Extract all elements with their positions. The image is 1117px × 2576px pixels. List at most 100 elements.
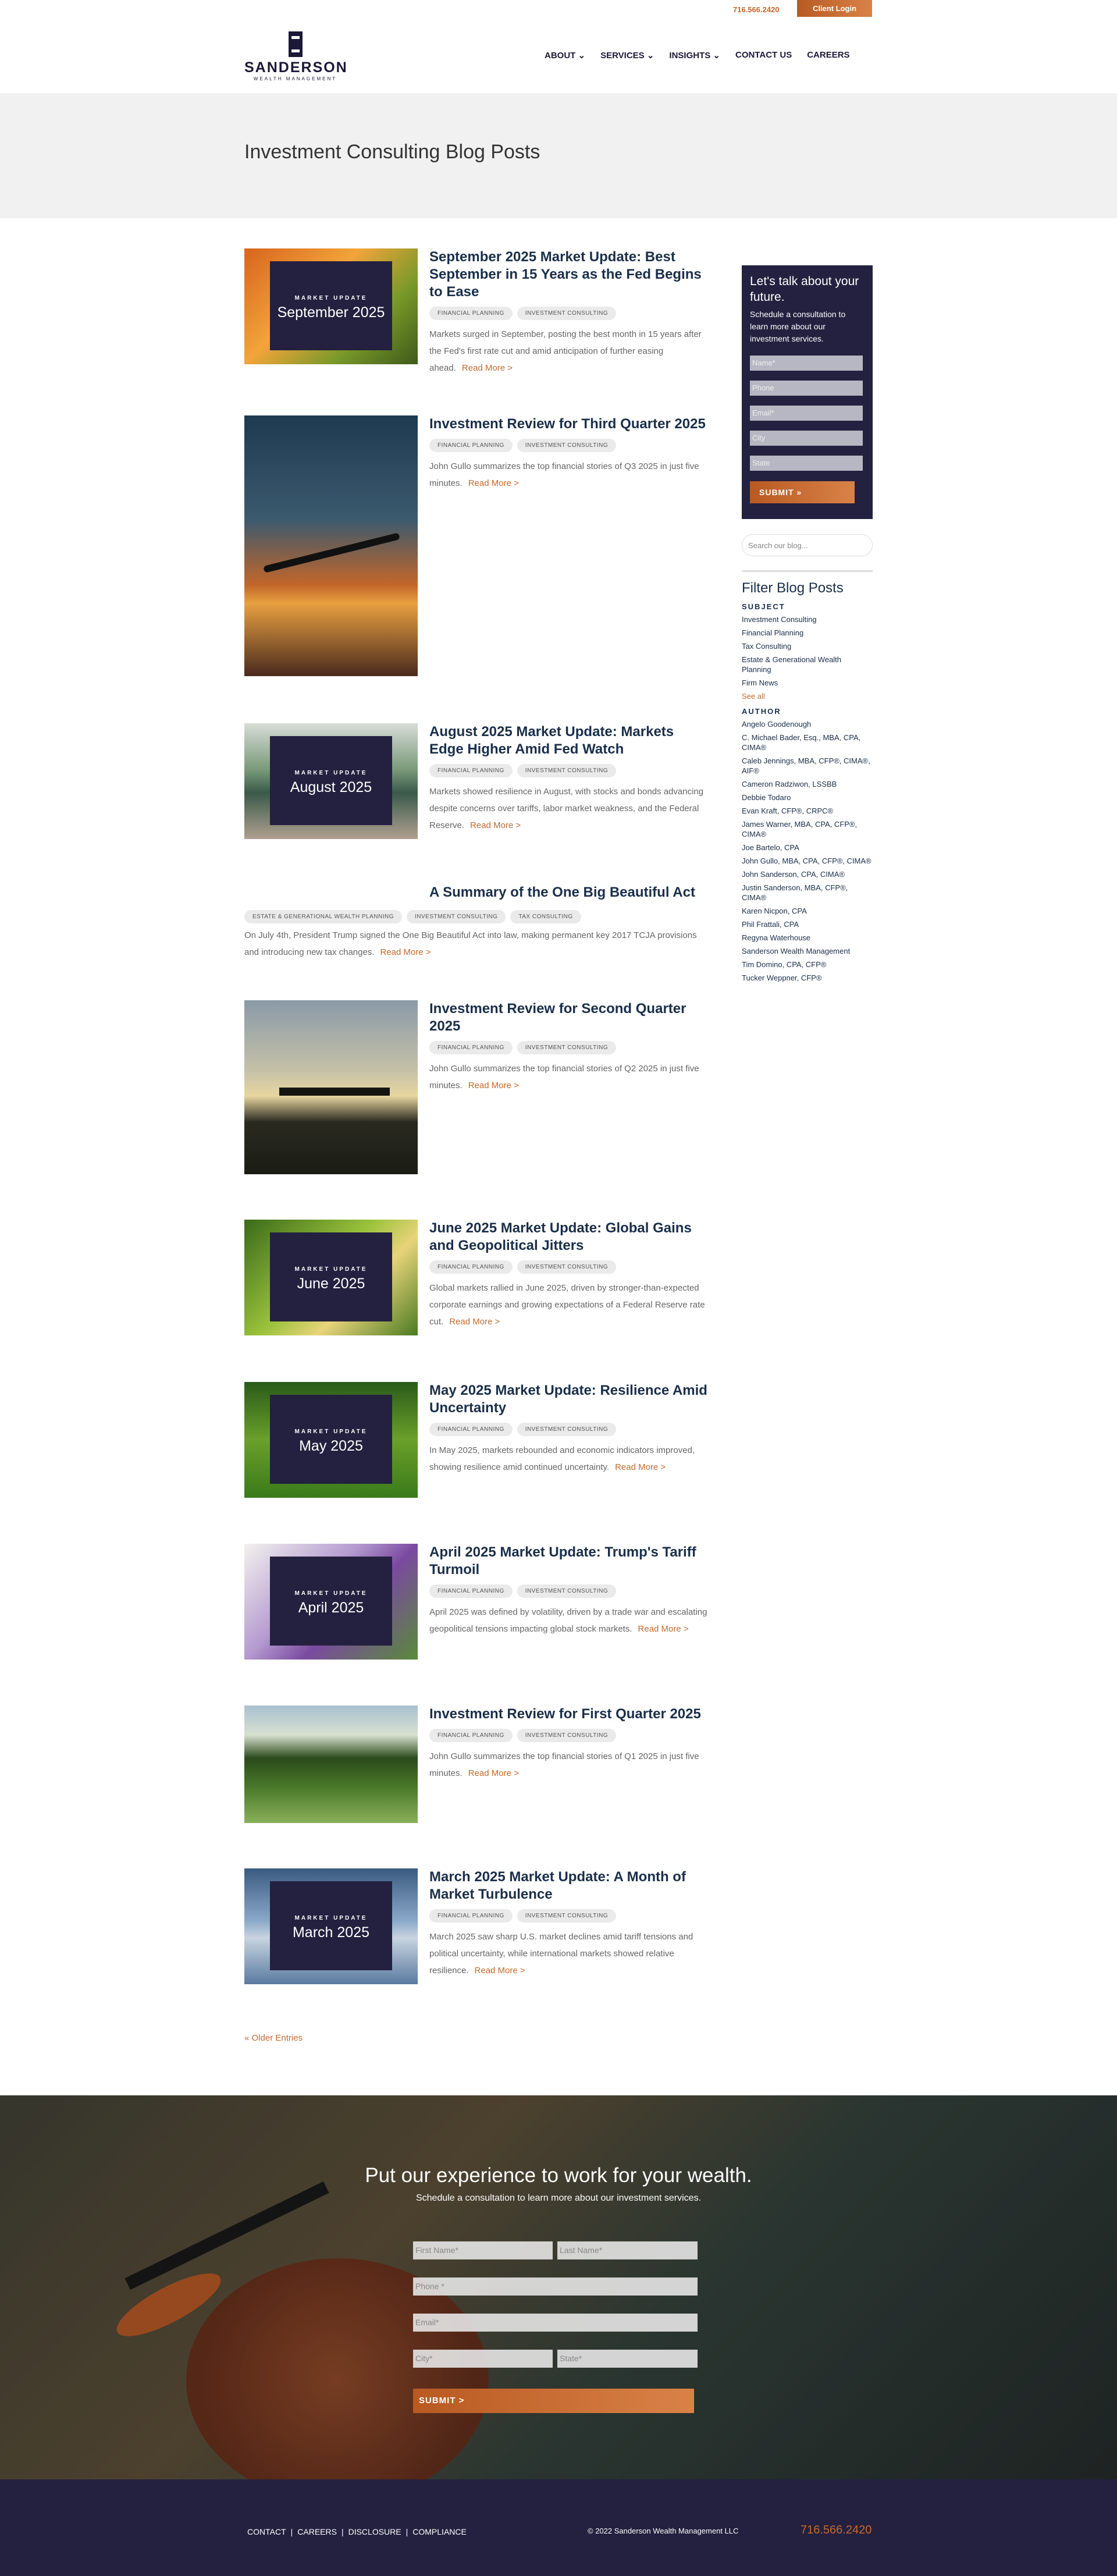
footer-careers-link[interactable]: CAREERS (297, 2527, 337, 2536)
nav-services[interactable]: SERVICES ⌄ (600, 50, 654, 61)
post-tag[interactable]: INVESTMENT CONSULTING (517, 1041, 617, 1054)
post-tag[interactable]: FINANCIAL PLANNING (429, 307, 513, 320)
read-more-link[interactable]: Read More > (615, 1462, 666, 1472)
post-title[interactable]: Investment Review for First Quarter 2025 (429, 1706, 709, 1723)
post-thumbnail[interactable]: MARKET UPDATE August 2025 (244, 723, 418, 839)
read-more-link[interactable]: Read More > (475, 1966, 525, 1975)
post-thumbnail[interactable]: MARKET UPDATE June 2025 (244, 1220, 418, 1335)
nav-about[interactable]: ABOUT ⌄ (545, 50, 585, 61)
nav-contact[interactable]: CONTACT US (735, 50, 792, 61)
filter-author-link[interactable]: John Gullo, MBA, CPA, CFP®, CIMA® (742, 856, 873, 866)
post-tag[interactable]: INVESTMENT CONSULTING (517, 764, 617, 777)
post-tag[interactable]: INVESTMENT CONSULTING (517, 1260, 617, 1274)
nav-careers[interactable]: CAREERS (807, 50, 849, 61)
email-field[interactable]: Email* (750, 406, 863, 421)
older-entries-link[interactable]: « Older Entries (244, 2033, 303, 2043)
post-thumbnail[interactable]: MARKET UPDATE September 2025 (244, 248, 418, 364)
post-title[interactable]: Investment Review for Third Quarter 2025 (429, 415, 709, 433)
post-title[interactable]: August 2025 Market Update: Markets Edge … (429, 723, 709, 758)
post-title[interactable]: September 2025 Market Update: Best Septe… (429, 248, 709, 301)
logo[interactable]: SANDERSON WEALTH MANAGEMENT (244, 31, 347, 81)
filter-author-link[interactable]: Justin Sanderson, MBA, CFP®, CIMA® (742, 883, 873, 903)
post-tag[interactable]: ESTATE & GENERATIONAL WEALTH PLANNING (244, 910, 402, 923)
filter-subject-link[interactable]: Estate & Generational Wealth Planning (742, 655, 873, 674)
name-field[interactable]: Name* (750, 356, 863, 371)
footer-compliance-link[interactable]: COMPLIANCE (412, 2527, 467, 2536)
see-all-link[interactable]: See all (742, 691, 873, 701)
post-thumbnail[interactable] (244, 1706, 418, 1823)
read-more-link[interactable]: Read More > (468, 1081, 519, 1090)
post-tag[interactable]: FINANCIAL PLANNING (429, 1041, 513, 1054)
filter-author-link[interactable]: C. Michael Bader, Esq., MBA, CPA, CIMA® (742, 733, 873, 752)
email-field[interactable]: Email* (413, 2314, 698, 2332)
nav-insights[interactable]: INSIGHTS ⌄ (669, 50, 720, 61)
client-login-button[interactable]: Client Login (797, 0, 872, 17)
filter-subject-link[interactable]: Financial Planning (742, 628, 873, 638)
post-thumbnail[interactable]: MARKET UPDATE March 2025 (244, 1868, 418, 1984)
read-more-link[interactable]: Read More > (468, 1768, 519, 1778)
filter-subject-link[interactable]: Investment Consulting (742, 614, 873, 624)
phone-field[interactable]: Phone (750, 381, 863, 396)
filter-author-link[interactable]: John Sanderson, CPA, CIMA® (742, 869, 873, 879)
first-name-field[interactable]: First Name* (413, 2241, 553, 2259)
filter-author-link[interactable]: Tim Domino, CPA, CFP® (742, 960, 873, 969)
filter-subject-link[interactable]: Tax Consulting (742, 641, 873, 651)
post-tag[interactable]: TAX CONSULTING (510, 910, 581, 923)
filter-author-link[interactable]: Caleb Jennings, MBA, CFP®, CIMA®, AIF® (742, 756, 873, 776)
state-field[interactable]: State* (557, 2350, 698, 2368)
filter-author-link[interactable]: James Warner, MBA, CPA, CFP®, CIMA® (742, 819, 873, 839)
footer-disclosure-link[interactable]: DISCLOSURE (348, 2527, 401, 2536)
footer-contact-link[interactable]: CONTACT (247, 2527, 286, 2536)
post-tag[interactable]: INVESTMENT CONSULTING (517, 1584, 617, 1598)
city-field[interactable]: City (750, 431, 863, 446)
post-thumbnail[interactable]: MARKET UPDATE May 2025 (244, 1382, 418, 1498)
filter-author-link[interactable]: Joe Bartelo, CPA (742, 843, 873, 852)
phone-field[interactable]: Phone * (413, 2277, 698, 2296)
post-tag[interactable]: FINANCIAL PLANNING (429, 764, 513, 777)
post-tag[interactable]: INVESTMENT CONSULTING (517, 1423, 617, 1436)
read-more-link[interactable]: Read More > (468, 478, 519, 488)
filter-author-link[interactable]: Tucker Weppner, CFP® (742, 973, 873, 983)
read-more-link[interactable]: Read More > (638, 1624, 689, 1634)
filter-author-link[interactable]: Angelo Goodenough (742, 719, 873, 729)
read-more-link[interactable]: Read More > (449, 1317, 500, 1327)
post-title[interactable]: June 2025 Market Update: Global Gains an… (429, 1220, 709, 1255)
post-title[interactable]: April 2025 Market Update: Trump's Tariff… (429, 1544, 709, 1579)
top-phone-link[interactable]: 716.566.2420 (733, 5, 780, 14)
post-title[interactable]: May 2025 Market Update: Resilience Amid … (429, 1382, 709, 1417)
post-tag[interactable]: FINANCIAL PLANNING (429, 1584, 513, 1598)
read-more-link[interactable]: Read More > (462, 363, 513, 373)
filter-author-link[interactable]: Debbie Todaro (742, 793, 873, 802)
post-tag[interactable]: FINANCIAL PLANNING (429, 1909, 513, 1923)
read-more-link[interactable]: Read More > (380, 947, 431, 957)
post-tag[interactable]: FINANCIAL PLANNING (429, 1260, 513, 1274)
filter-author-link[interactable]: Evan Kraft, CFP®, CRPC® (742, 806, 873, 816)
blog-search-input[interactable]: Search our blog... (742, 534, 873, 556)
post-tag[interactable]: INVESTMENT CONSULTING (517, 1909, 617, 1923)
sidebar-submit-button[interactable]: SUBMIT » (750, 481, 855, 503)
post-tag[interactable]: FINANCIAL PLANNING (429, 1729, 513, 1742)
city-field[interactable]: City* (413, 2350, 553, 2368)
post-thumbnail[interactable] (244, 1000, 418, 1174)
post-thumbnail[interactable] (244, 415, 418, 676)
post-tag[interactable]: INVESTMENT CONSULTING (517, 439, 617, 452)
read-more-link[interactable]: Read More > (470, 820, 521, 830)
post-title[interactable]: A Summary of the One Big Beautiful Act (429, 884, 709, 901)
post-tag[interactable]: INVESTMENT CONSULTING (517, 307, 617, 320)
consultation-submit-button[interactable]: SUBMIT > (413, 2389, 694, 2413)
filter-subject-link[interactable]: Firm News (742, 678, 873, 688)
post-tag[interactable]: FINANCIAL PLANNING (429, 1423, 513, 1436)
post-title[interactable]: March 2025 Market Update: A Month of Mar… (429, 1868, 709, 1903)
post-thumbnail[interactable]: MARKET UPDATE April 2025 (244, 1544, 418, 1660)
filter-author-link[interactable]: Regyna Waterhouse (742, 933, 873, 943)
footer-phone-link[interactable]: 716.566.2420 (801, 2524, 871, 2537)
filter-author-link[interactable]: Sanderson Wealth Management (742, 946, 873, 956)
filter-author-link[interactable]: Karen Nicpon, CPA (742, 906, 873, 916)
filter-author-link[interactable]: Cameron Radziwon, LSSBB (742, 779, 873, 789)
post-title[interactable]: Investment Review for Second Quarter 202… (429, 1000, 709, 1035)
last-name-field[interactable]: Last Name* (557, 2241, 698, 2259)
filter-author-link[interactable]: Phil Frattali, CPA (742, 919, 873, 929)
post-tag[interactable]: INVESTMENT CONSULTING (406, 910, 506, 923)
state-field[interactable]: State (750, 456, 863, 471)
post-tag[interactable]: FINANCIAL PLANNING (429, 439, 513, 452)
